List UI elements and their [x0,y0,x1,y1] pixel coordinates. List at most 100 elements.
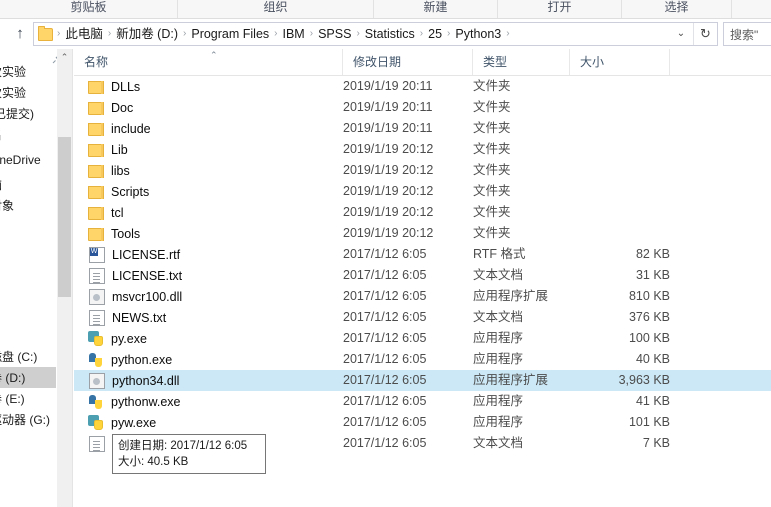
file-date-cell: 2019/1/19 20:11 [343,100,433,114]
nav-item-label: OneDrive [0,152,41,167]
table-row[interactable]: pyw.exe 2017/1/12 6:05 应用程序 101 KB [74,412,771,433]
file-size-cell [570,181,670,202]
table-row[interactable]: LICENSE.txt 2017/1/12 6:05 文本文档 31 KB [74,265,771,286]
file-date-cell: 2017/1/12 6:05 [343,331,427,345]
address-bar[interactable]: › 此电脑 › 新加卷 (D:) › Program Files › IBM › SPSS › Sta… [33,22,718,46]
table-row[interactable]: libs 2019/1/19 20:12 文件夹 [74,160,771,181]
table-row[interactable]: Tools 2019/1/19 20:12 文件夹 [74,223,771,244]
column-header[interactable]: 大小 [570,49,670,75]
file-type-cell: 文件夹 [473,205,511,219]
text-file-icon [89,309,105,326]
file-name-label: Lib [111,142,128,157]
breadcrumb-item[interactable]: SPSS [315,23,354,45]
ribbon-group-2: 组织 [178,0,374,18]
file-name-cell: LICENSE.txt [88,265,182,286]
file-size-cell: 7 KB [642,436,670,450]
nav-item[interactable]: 磁盘 (C:) [0,346,56,367]
nav-item[interactable] [0,258,56,279]
python-exe-icon [88,352,104,368]
python-exe-icon [88,394,104,410]
table-row[interactable]: Doc 2019/1/19 20:11 文件夹 [74,97,771,118]
file-date-cell: 2017/1/12 6:05 [343,247,427,261]
nav-item[interactable]: 脑 [0,174,56,195]
file-type-cell: 应用程序 [473,415,524,429]
table-row[interactable]: msvcr100.dll 2017/1/12 6:05 应用程序扩展 810 KB [74,286,771,307]
nav-item[interactable]: 卷 (E:) [0,388,56,409]
breadcrumb-item[interactable]: Program Files [188,23,272,45]
folder-icon [88,144,104,157]
file-date-cell: 2019/1/19 20:12 [343,184,434,198]
breadcrumb-item[interactable]: 此电脑 [62,23,106,45]
folder-icon [88,165,104,178]
table-row[interactable]: include 2019/1/19 20:11 文件夹 [74,118,771,139]
file-name-cell: LICENSE.rtf [88,244,180,265]
breadcrumb-separator: › [274,28,278,39]
file-size-cell: 101 KB [628,415,670,429]
file-name-cell: msvcr100.dll [88,286,182,307]
nav-item-label: 磁盘 (C:) [0,350,38,364]
nav-item[interactable]: 卷 (D:) [0,367,56,388]
table-row[interactable]: DLLs 2019/1/19 20:11 文件夹 [74,76,771,97]
table-row[interactable]: NEWS.txt 2017/1/12 6:05 文本文档 376 KB [74,307,771,328]
column-header-label: 修改日期 [353,55,402,69]
table-row[interactable]: LICENSE.rtf 2017/1/12 6:05 RTF 格式 82 KB [74,244,771,265]
column-header[interactable]: 名称 [74,49,343,75]
file-name-cell: python34.dll [88,370,179,391]
table-row[interactable]: tcl 2019/1/19 20:12 文件夹 [74,202,771,223]
tooltip-created-date: 创建日期: 2017/1/12 6:05 [118,440,248,452]
file-size-cell: 3,963 KB [618,373,670,387]
table-row[interactable]: pythonw.exe 2017/1/12 6:05 应用程序 41 KB [74,391,771,412]
file-size-cell [570,118,670,139]
table-row[interactable]: Scripts 2019/1/19 20:12 文件夹 [74,181,771,202]
nav-item[interactable]: (已提交) [0,103,56,124]
file-name-label: Scripts [111,184,150,199]
file-size-cell: 100 KB [628,331,670,345]
file-type-cell: 文件夹 [473,163,511,177]
nav-item-label: 卷 (E:) [0,392,25,406]
file-type-cell: RTF 格式 [473,247,526,261]
breadcrumb-item[interactable]: 新加卷 (D:) [113,23,181,45]
nav-item[interactable] [0,216,56,237]
nav-item[interactable]: 驱动器 (G:) [0,409,56,430]
file-type-cell: 应用程序 [473,331,524,345]
nav-item-label: 卷 (D:) [0,371,26,385]
breadcrumb-separator: › [309,28,314,39]
table-row[interactable]: Lib 2019/1/19 20:12 文件夹 [74,139,771,160]
column-header[interactable]: 类型 [473,49,570,75]
breadcrumb-item[interactable]: Statistics [362,23,418,45]
nav-item-label: 驱动器 (G:) [0,413,50,427]
nav-item[interactable]: 名 [0,124,56,145]
file-name-label: msvcr100.dll [112,289,183,304]
breadcrumb-item[interactable]: Python3 [452,23,504,45]
table-row[interactable]: py.exe 2017/1/12 6:05 应用程序 100 KB [74,328,771,349]
chevron-down-icon[interactable]: ⌄ [671,23,691,45]
table-row[interactable]: python.exe 2017/1/12 6:05 应用程序 40 KB [74,349,771,370]
refresh-icon[interactable]: ↻ [693,23,717,45]
breadcrumb-item[interactable]: IBM [280,23,308,45]
scrollbar-thumb[interactable] [58,137,71,297]
file-size-cell [570,76,670,97]
ribbon-group-labels-strip: 剪贴板 组织 新建 打开 选择 [0,0,771,19]
nav-item[interactable]: 次实验 [0,61,56,82]
nav-item[interactable] [0,237,56,258]
nav-item-label: 次实验 [0,65,27,79]
nav-item[interactable] [0,321,56,342]
column-header-label: 大小 [580,55,605,69]
column-header[interactable]: 修改日期 [343,49,473,75]
table-row[interactable]: python34.dll 2017/1/12 6:05 应用程序扩展 3,963 KB [74,370,771,391]
navigation-pane-scrollbar[interactable]: ⌃ [57,49,73,507]
nav-item[interactable]: 对象 [0,195,56,216]
nav-item[interactable]: OneDrive [0,149,56,170]
breadcrumb-item[interactable]: 25 [425,23,445,45]
file-name-label: python.exe [111,352,173,367]
file-name-cell: Scripts [88,181,149,202]
ribbon-group-label: 剪贴板 [70,0,107,14]
file-date-cell: 2017/1/12 6:05 [343,310,427,324]
search-input[interactable]: 搜索" [723,22,771,46]
up-one-level-icon[interactable]: ↑ [10,24,30,44]
nav-item[interactable] [0,300,56,321]
scroll-up-icon[interactable]: ⌃ [57,49,72,66]
file-name-label: Tools [111,226,141,241]
nav-item[interactable] [0,279,56,300]
nav-item[interactable]: 次实验 [0,82,56,103]
